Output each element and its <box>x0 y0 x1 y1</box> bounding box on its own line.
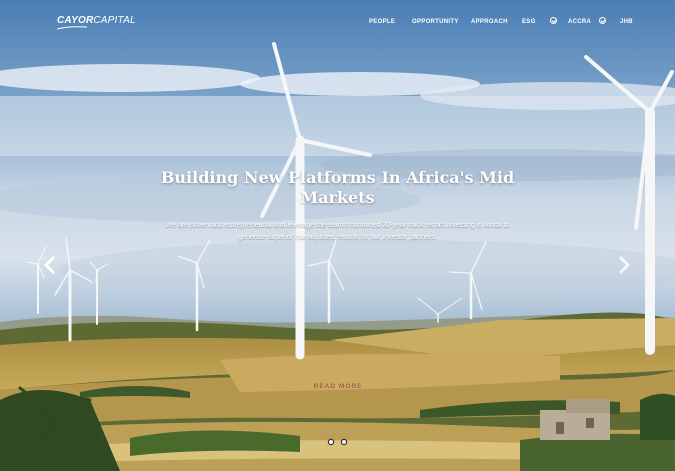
nav-city-jhb[interactable]: JHB <box>620 19 633 25</box>
hero-slider: CAYORCAPITAL PEOPLE OPPORTUNITY APPROACH… <box>0 0 675 471</box>
nav-opportunity[interactable]: OPPORTUNITY <box>412 19 459 25</box>
chevron-left-icon <box>44 256 55 274</box>
compass-icon <box>599 17 606 24</box>
nav-people[interactable]: PEOPLE <box>369 19 395 25</box>
hero-subtext: We are driven and entrepreneurial and le… <box>165 222 510 241</box>
next-slide-button[interactable] <box>617 256 631 274</box>
main-nav: PEOPLE OPPORTUNITY APPROACH ESG ACCRA JH… <box>0 17 675 31</box>
chevron-right-icon <box>619 256 630 274</box>
read-more-button[interactable]: READ MORE <box>295 383 381 395</box>
nav-approach[interactable]: APPROACH <box>471 19 508 25</box>
slide-indicators <box>326 439 350 447</box>
slide-dot-1[interactable] <box>328 439 334 445</box>
nav-esg[interactable]: ESG <box>522 19 536 25</box>
top-navigation-bar: CAYORCAPITAL PEOPLE OPPORTUNITY APPROACH… <box>0 0 675 46</box>
hero-headline: Building New Platforms In Africa's Mid M… <box>160 168 515 207</box>
compass-icon <box>550 17 557 24</box>
nav-city-accra[interactable]: ACCRA <box>568 19 591 25</box>
prev-slide-button[interactable] <box>43 256 57 274</box>
slide-dot-2[interactable] <box>341 439 347 445</box>
